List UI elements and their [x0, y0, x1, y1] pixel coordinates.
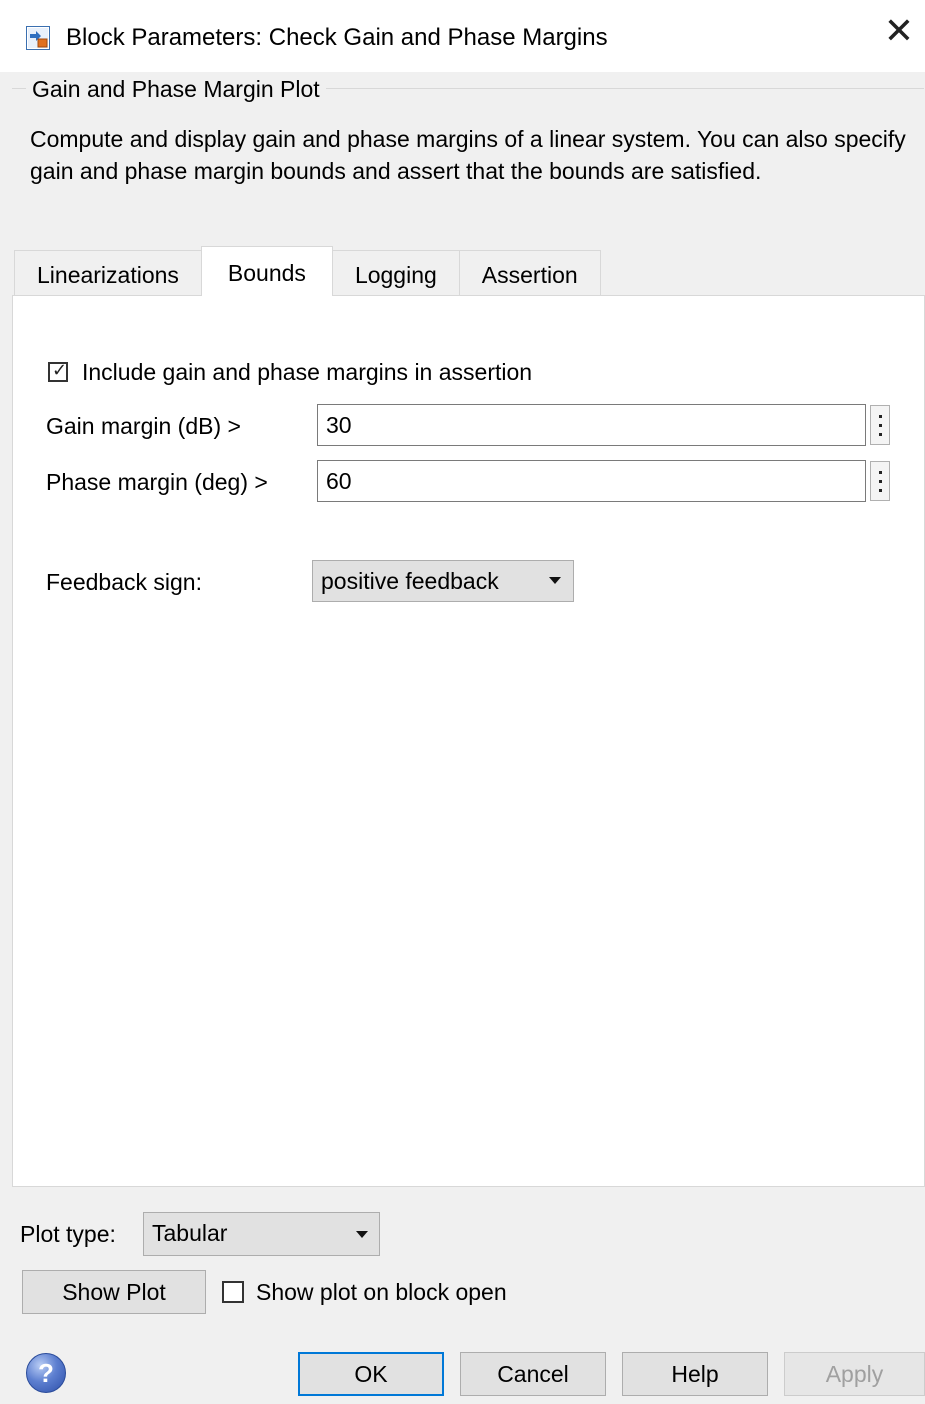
tab-linearizations[interactable]: Linearizations	[14, 250, 202, 296]
chevron-down-icon	[356, 1231, 368, 1238]
include-margins-checkbox[interactable]: ✓	[48, 360, 68, 382]
phase-margin-input[interactable]	[317, 460, 866, 502]
gain-margin-label: Gain margin (dB) >	[46, 413, 241, 439]
cancel-button[interactable]: Cancel	[460, 1352, 606, 1396]
feedback-sign-dropdown[interactable]: positive feedback	[312, 560, 574, 602]
feedback-sign-label: Feedback sign:	[46, 569, 202, 595]
tab-strip: Linearizations Bounds Logging Assertion	[14, 246, 601, 296]
close-icon: ✕	[883, 11, 915, 52]
block-parameters-dialog: Block Parameters: Check Gain and Phase M…	[0, 0, 925, 1404]
gain-margin-options-button[interactable]	[870, 405, 890, 445]
show-plot-on-open-checkbox[interactable]	[222, 1281, 244, 1303]
apply-button[interactable]: Apply	[784, 1352, 925, 1396]
help-question-icon[interactable]: ?	[26, 1353, 66, 1393]
window-title: Block Parameters: Check Gain and Phase M…	[66, 24, 608, 51]
feedback-sign-value: positive feedback	[321, 568, 499, 594]
plot-type-label: Plot type:	[20, 1221, 116, 1247]
tab-assertion[interactable]: Assertion	[458, 250, 601, 296]
help-button[interactable]: Help	[622, 1352, 768, 1396]
gain-margin-input[interactable]	[317, 404, 866, 446]
close-button[interactable]: ✕	[879, 12, 919, 52]
tab-logging[interactable]: Logging	[331, 250, 460, 296]
show-plot-on-open-label: Show plot on block open	[256, 1279, 507, 1305]
phase-margin-label: Phase margin (deg) >	[46, 469, 268, 495]
simulink-block-icon	[26, 26, 50, 50]
phase-margin-options-button[interactable]	[870, 461, 890, 501]
chevron-down-icon	[549, 577, 561, 584]
title-bar[interactable]: Block Parameters: Check Gain and Phase M…	[0, 0, 925, 72]
block-description: Compute and display gain and phase margi…	[30, 126, 906, 184]
plot-type-dropdown[interactable]: Tabular	[143, 1212, 380, 1256]
include-margins-label: Include gain and phase margins in assert…	[82, 359, 533, 385]
show-plot-button[interactable]: Show Plot	[22, 1270, 206, 1314]
plot-type-value: Tabular	[152, 1220, 228, 1246]
group-title: Gain and Phase Margin Plot	[26, 75, 326, 103]
bounds-panel: ✓ Include gain and phase margins in asse…	[12, 295, 925, 1187]
checkmark-icon: ✓	[52, 360, 68, 381]
description-group: Gain and Phase Margin Plot Compute and d…	[12, 75, 924, 233]
tab-bounds[interactable]: Bounds	[200, 246, 333, 296]
ok-button[interactable]: OK	[298, 1352, 444, 1396]
